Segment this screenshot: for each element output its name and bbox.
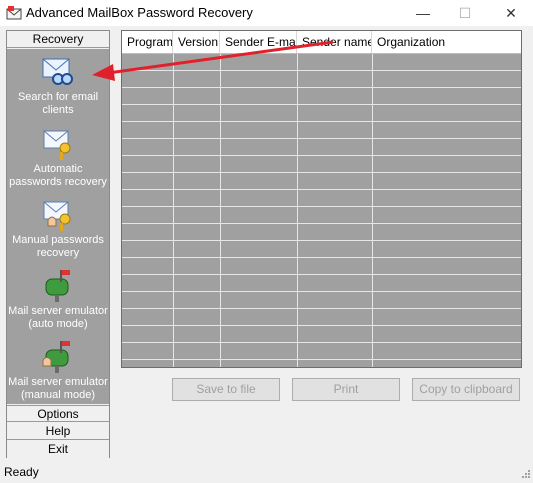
- minimize-button[interactable]: —: [401, 0, 445, 26]
- tab-options[interactable]: Options: [7, 405, 109, 422]
- nav-automatic-recovery[interactable]: Automatic passwords recovery: [7, 125, 109, 189]
- recovery-panel: Search for email clients Automatic passw…: [7, 49, 109, 404]
- status-text: Ready: [4, 465, 39, 479]
- column-header-program[interactable]: Program: [122, 31, 173, 53]
- column-header-version[interactable]: Version: [173, 31, 220, 53]
- close-button[interactable]: ✕: [489, 0, 533, 26]
- manual-key-icon: [43, 201, 71, 231]
- search-email-icon: [42, 58, 73, 85]
- nav-search-email-clients[interactable]: Search for email clients: [7, 53, 109, 117]
- nav-label: Search for email clients: [17, 91, 99, 116]
- nav-mail-server-auto[interactable]: Mail server emulator (auto mode): [7, 267, 109, 331]
- column-header-sender-email[interactable]: Sender E-mail: [220, 31, 297, 53]
- tab-help[interactable]: Help: [7, 423, 109, 440]
- column-header-organization[interactable]: Organization: [372, 31, 521, 53]
- auto-key-icon: [43, 130, 71, 160]
- nav-mail-server-manual[interactable]: Mail server emulator (manual mode): [7, 338, 109, 402]
- nav-label: Automatic passwords recovery: [9, 163, 107, 188]
- sidebar: Recovery Search for email clients Automa…: [6, 30, 110, 458]
- copy-to-clipboard-button[interactable]: Copy to clipboard: [412, 378, 520, 401]
- table-header: Program Version Sender E-mail Sender nam…: [122, 31, 521, 54]
- print-button[interactable]: Print: [292, 378, 400, 401]
- maximize-button[interactable]: ☐: [443, 0, 487, 26]
- column-header-sender-name[interactable]: Sender name: [297, 31, 372, 53]
- tab-recovery[interactable]: Recovery: [7, 31, 109, 48]
- nav-manual-recovery[interactable]: Manual passwords recovery: [7, 196, 109, 260]
- tab-exit[interactable]: Exit: [7, 441, 109, 458]
- mailbox-manual-icon: [42, 341, 70, 373]
- empty-grid-lines: [122, 54, 521, 367]
- save-to-file-button[interactable]: Save to file: [172, 378, 280, 401]
- results-table[interactable]: Program Version Sender E-mail Sender nam…: [121, 30, 522, 368]
- app-icon: [6, 6, 22, 20]
- nav-label: Mail server emulator (manual mode): [8, 376, 108, 401]
- nav-label: Mail server emulator (auto mode): [8, 305, 108, 330]
- window-title: Advanced MailBox Password Recovery: [26, 5, 253, 20]
- mailbox-auto-icon: [45, 270, 70, 302]
- resize-grip-icon[interactable]: [519, 469, 531, 481]
- title-bar: Advanced MailBox Password Recovery — ☐ ✕: [0, 0, 533, 26]
- nav-label: Manual passwords recovery: [12, 234, 104, 259]
